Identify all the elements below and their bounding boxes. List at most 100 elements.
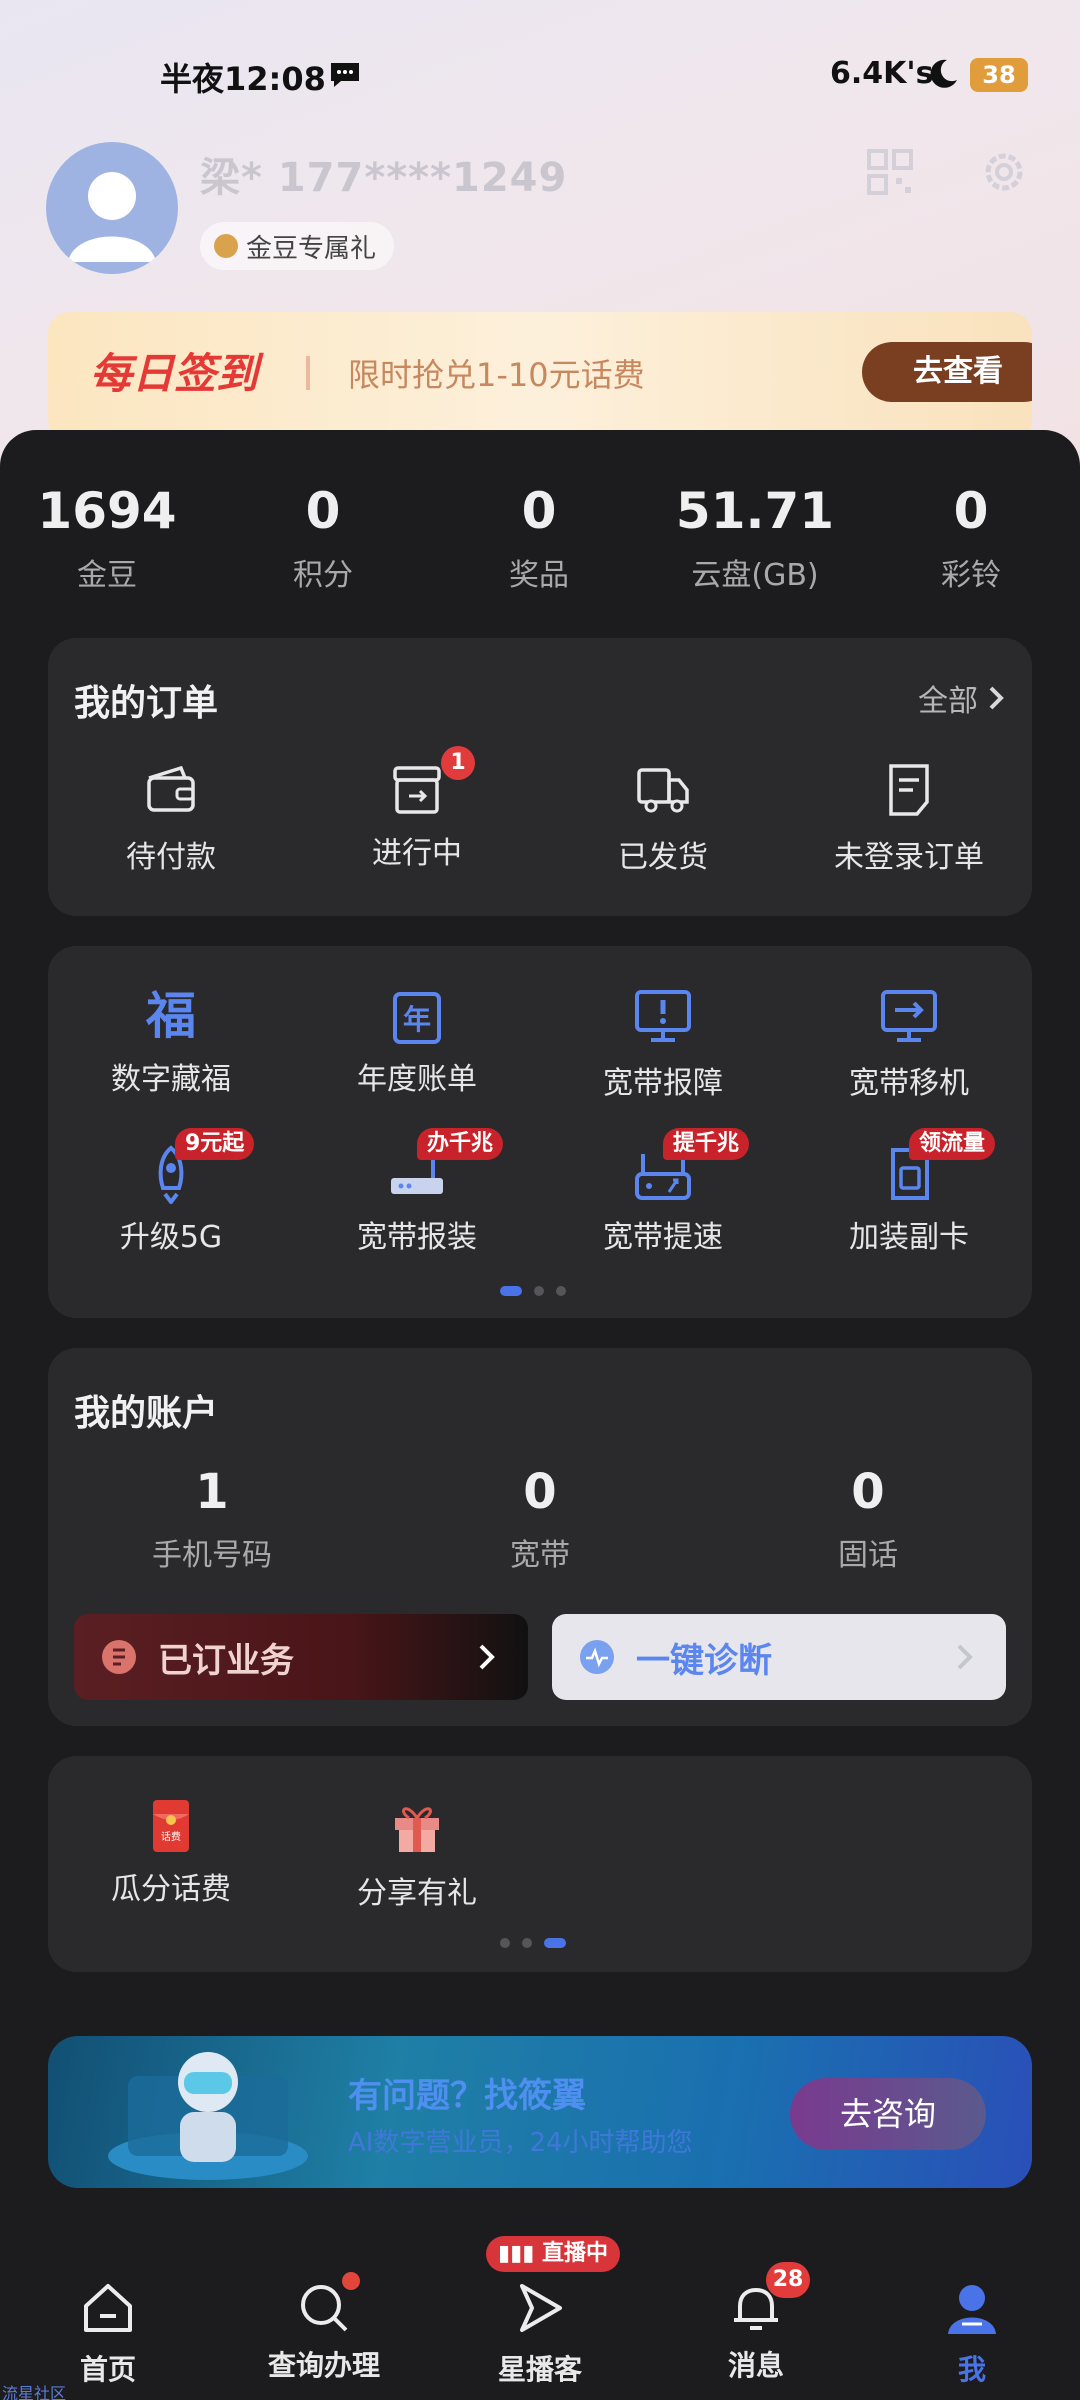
service-label: 宽带报装 — [357, 1220, 477, 1255]
monitor-alert-icon — [635, 990, 691, 1042]
qr-code-icon[interactable] — [866, 148, 914, 196]
service-label: 加装副卡 — [849, 1220, 969, 1255]
red-envelope-caption: 话费 — [161, 1830, 181, 1843]
promo-subtitle: AI数字营业员，24小时帮助您 — [348, 2128, 693, 2158]
service-label: 宽带移机 — [849, 1066, 969, 1101]
service-upgrade-5g[interactable]: 9元起 升级5G — [48, 1128, 294, 1256]
ai-assistant-banner[interactable]: 有问题？找筱翼 AI数字营业员，24小时帮助您 去咨询 — [48, 2036, 1032, 2188]
live-badge-label: 直播中 — [541, 2241, 608, 2266]
service-label: 升级5G — [119, 1220, 223, 1255]
user-icon — [948, 2285, 996, 2334]
home-icon — [84, 2284, 132, 2332]
activity-share-gift[interactable]: 分享有礼 — [294, 1796, 540, 1912]
stat-label: 积分 — [293, 558, 353, 593]
bean-icon — [214, 234, 238, 258]
user-name: 梁* 177****1249 — [200, 155, 568, 201]
account-label: 宽带 — [510, 1538, 570, 1573]
stat-prizes[interactable]: 0 奖品 — [449, 482, 629, 594]
stat-points[interactable]: 0 积分 — [233, 482, 413, 594]
account-value: 0 — [523, 1464, 557, 1520]
annual-bill-icon: 年 — [387, 986, 447, 1046]
page-dot — [544, 1938, 566, 1948]
service-tag: 办千兆 — [417, 1128, 504, 1160]
page-dot — [500, 1938, 510, 1948]
account-phone[interactable]: 1 手机号码 — [92, 1464, 332, 1574]
daily-checkin-banner[interactable]: 每日签到 限时抢兑1-10元话费 去查看 — [48, 312, 1032, 442]
document-icon — [889, 764, 929, 816]
upgrade-5g-icon-wrap: 9元起 — [141, 1128, 255, 1206]
subscribed-services-button[interactable]: 已订业务 — [74, 1614, 528, 1700]
one-click-diagnose-button[interactable]: 一键诊断 — [552, 1614, 1006, 1700]
service-broadband-speedup[interactable]: 提千兆 宽带提速 — [540, 1128, 786, 1256]
chevron-right-icon — [989, 686, 1004, 710]
service-broadband-install[interactable]: 办千兆 宽带报装 — [294, 1128, 540, 1256]
svg-text:年: 年 — [403, 1003, 431, 1036]
service-broadband-repair[interactable]: 宽带报障 — [540, 986, 786, 1102]
stat-beans[interactable]: 1694 金豆 — [17, 482, 197, 594]
stat-value: 0 — [305, 482, 341, 540]
activity-share-fee[interactable]: 话费 瓜分话费 — [48, 1796, 294, 1908]
orders-title: 我的订单 — [74, 683, 219, 724]
search-icon-wrap — [294, 2272, 360, 2338]
account-value: 0 — [851, 1464, 885, 1520]
tab-label: 消息 — [727, 2349, 784, 2382]
service-label: 年度账单 — [357, 1062, 477, 1097]
activities-page-indicator — [500, 1938, 566, 1948]
account-title: 我的账户 — [74, 1393, 219, 1434]
bean-chip-label: 金豆专属礼 — [246, 233, 377, 264]
avatar[interactable] — [46, 142, 178, 274]
battery-indicator: 38 — [970, 58, 1028, 92]
stat-label: 奖品 — [509, 558, 569, 593]
page-dot — [534, 1286, 544, 1296]
checkin-title: 每日签到 — [90, 349, 259, 398]
notification-dot — [342, 2272, 360, 2290]
wallet-icon — [147, 765, 195, 812]
order-shipped[interactable]: 已发货 — [540, 760, 786, 876]
account-landline[interactable]: 0 固话 — [748, 1464, 988, 1574]
tab-query[interactable]: 查询办理 — [244, 2272, 404, 2384]
order-count-badge: 1 — [441, 746, 475, 780]
tab-messages[interactable]: 28 消息 — [676, 2262, 836, 2384]
tab-home[interactable]: 首页 — [28, 2278, 188, 2388]
service-broadband-move[interactable]: 宽带移机 — [786, 986, 1032, 1102]
account-card: 我的账户 1 手机号码 0 宽带 0 固话 已订业务 一键诊断 — [48, 1348, 1032, 1726]
page-dot — [522, 1938, 532, 1948]
service-add-sub-card[interactable]: 领流量 加装副卡 — [786, 1128, 1032, 1256]
network-speed: 6.4K's — [830, 56, 934, 91]
page-dot — [500, 1286, 522, 1296]
order-unlogged[interactable]: 未登录订单 — [786, 760, 1032, 876]
receipt-icon — [102, 1640, 136, 1674]
account-label: 固话 — [838, 1538, 898, 1573]
service-digital-fortune[interactable]: 福 数字藏福 — [48, 986, 294, 1098]
orders-view-all[interactable]: 全部 — [918, 676, 1006, 720]
account-broadband[interactable]: 0 宽带 — [420, 1464, 660, 1574]
page-dot — [556, 1286, 566, 1296]
consult-button[interactable]: 去咨询 — [790, 2078, 986, 2150]
stat-value: 1694 — [37, 482, 177, 540]
order-label: 未登录订单 — [834, 840, 984, 875]
in-progress-icon — [393, 766, 441, 814]
orders-card: 我的订单 全部 待付款 1 进行中 已发货 未登录订单 — [48, 638, 1032, 916]
order-pending-payment[interactable]: 待付款 — [48, 760, 294, 876]
service-tag: 9元起 — [175, 1128, 255, 1160]
bean-gift-chip[interactable]: 金豆专属礼 — [200, 222, 395, 270]
divider — [306, 356, 310, 390]
checkin-view-button[interactable]: 去查看 — [862, 342, 1032, 402]
service-tag: 领流量 — [909, 1128, 996, 1160]
order-in-progress[interactable]: 1 进行中 — [294, 746, 540, 872]
user-avatar-icon — [68, 172, 156, 262]
view-all-label: 全部 — [918, 684, 978, 719]
in-progress-icon-wrap: 1 — [387, 746, 475, 820]
live-bars-icon: ▮▮▮ — [498, 2241, 542, 2266]
service-annual-bill[interactable]: 年 年度账单 — [294, 986, 540, 1098]
gear-icon[interactable] — [978, 146, 1030, 198]
stat-ringtone[interactable]: 0 彩铃 — [881, 482, 1061, 594]
service-label: 宽带报障 — [603, 1066, 723, 1101]
tab-me[interactable]: 我 — [892, 2278, 1052, 2388]
speedup-icon-wrap: 提千兆 — [633, 1128, 750, 1204]
tab-star-broadcast[interactable]: 星播客 — [460, 2278, 620, 2388]
services-page-indicator — [500, 1286, 566, 1296]
red-envelope-icon: 话费 — [153, 1800, 189, 1852]
stat-cloud-disk[interactable]: 51.71 云盘(GB) — [665, 482, 845, 594]
monitor-move-icon — [881, 990, 937, 1042]
